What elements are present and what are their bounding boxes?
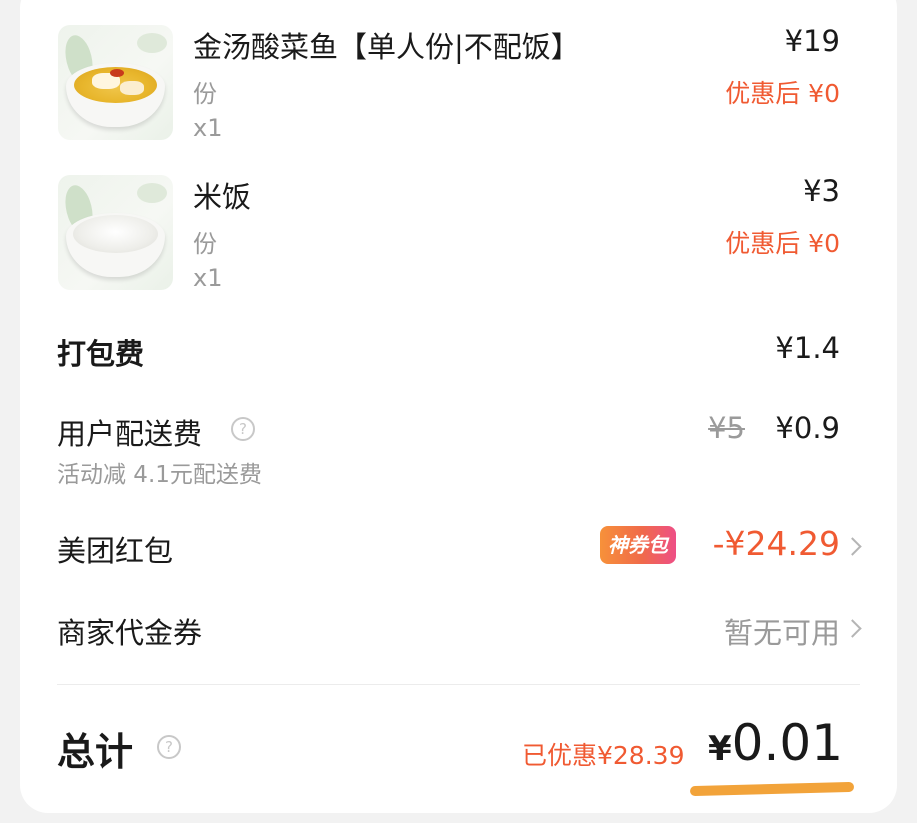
packing-fee-value: ¥1.4 (775, 331, 840, 365)
item-spec: 份 (193, 230, 217, 258)
red-packet-label: 美团红包 (57, 534, 174, 568)
delivery-fee-values: ¥5 ¥0.9 (708, 411, 840, 445)
coupon-pack-badge[interactable]: 神券包 (600, 526, 676, 564)
currency-symbol: ¥ (708, 729, 732, 769)
delivery-fee-original: ¥5 (708, 411, 745, 445)
item-discount-price: 优惠后 ¥0 (725, 229, 840, 258)
item-name: 米饭 (193, 180, 252, 214)
help-icon[interactable]: ? (231, 417, 255, 441)
rice-icon (73, 215, 158, 253)
help-icon[interactable]: ? (157, 735, 181, 759)
delivery-fee-label: 用户配送费 (57, 417, 203, 451)
red-packet-value[interactable]: -¥24.29 (713, 524, 840, 563)
merchant-coupon-value[interactable]: 暂无可用 (724, 610, 840, 652)
packing-fee-label: 打包费 (57, 337, 145, 371)
item-qty: x1 (193, 114, 223, 142)
fish-soup-dish-image[interactable] (58, 25, 173, 140)
delivery-fee-note: 活动减 4.1元配送费 (57, 462, 262, 488)
merchant-coupon-label: 商家代金券 (57, 616, 203, 650)
item-spec: 份 (193, 80, 217, 108)
item-discount-price: 优惠后 ¥0 (725, 79, 840, 108)
total-amount: ¥0.01 (708, 714, 843, 772)
saved-amount: 已优惠¥28.39 (522, 741, 685, 770)
divider (57, 684, 860, 685)
total-amount-value: 0.01 (731, 714, 843, 772)
delivery-fee-value: ¥0.9 (775, 411, 840, 445)
leaf-decoration (137, 183, 167, 203)
fish-slice-icon (120, 81, 144, 95)
item-name: 金汤酸菜鱼【单人份|不配饭】 (193, 30, 580, 64)
rice-bowl-image[interactable] (58, 175, 173, 290)
leaf-decoration (137, 33, 167, 53)
item-price: ¥3 (803, 174, 840, 208)
chili-icon (110, 69, 124, 77)
total-label: 总计 (57, 730, 134, 774)
item-qty: x1 (193, 264, 223, 292)
item-price: ¥19 (784, 24, 840, 58)
